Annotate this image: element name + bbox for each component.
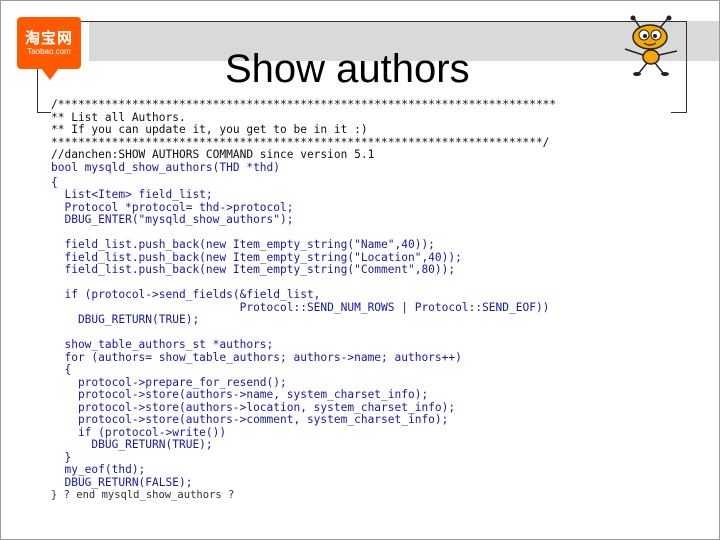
- code-line: field_list.push_back(new Item_empty_stri…: [51, 263, 456, 276]
- slide-title: Show authors: [225, 47, 470, 91]
- code-line: protocol->store(authors->name, system_ch…: [51, 388, 429, 401]
- code-line: DBUG_RETURN(TRUE);: [51, 313, 200, 326]
- code-line: {: [51, 363, 72, 376]
- code-line: }: [51, 450, 72, 464]
- code-line: field_list.push_back(new Item_empty_stri…: [51, 238, 435, 251]
- code-listing: /***************************************…: [51, 98, 691, 502]
- code-line: //danchen:SHOW AUTHORS COMMAND since ver…: [51, 148, 375, 161]
- logo-main-text: 淘宝网: [24, 30, 73, 47]
- slide: 淘宝网 Taobao.com Show authors /***********…: [0, 0, 720, 540]
- logo-sub-text: Taobao.com: [27, 47, 71, 56]
- code-line-end-marker: } ? end mysqld_show_authors ?: [51, 489, 235, 501]
- code-line: if (protocol->send_fields(&field_list,: [51, 288, 321, 301]
- code-line: DBUG_RETURN(TRUE);: [51, 438, 213, 451]
- code-line: my_eof(thd);: [51, 463, 146, 476]
- ant-mascot-icon: [624, 15, 678, 76]
- taobao-logo: 淘宝网 Taobao.com: [17, 17, 81, 80]
- code-line-function-signature: bool mysqld_show_authors(THD *thd): [51, 160, 281, 174]
- code-line: /***************************************…: [51, 98, 557, 111]
- code-line: ** If you can update it, you get to be i…: [51, 123, 368, 136]
- code-line: show_table_authors_st *authors;: [51, 338, 274, 351]
- code-line: DBUG_ENTER("mysqld_show_authors");: [51, 213, 294, 226]
- code-line: List<Item> field_list;: [51, 188, 213, 201]
- code-line: DBUG_RETURN(FALSE);: [51, 475, 193, 489]
- code-line: for (authors= show_table_authors; author…: [51, 350, 462, 364]
- code-line: protocol->store(authors->comment, system…: [51, 413, 449, 426]
